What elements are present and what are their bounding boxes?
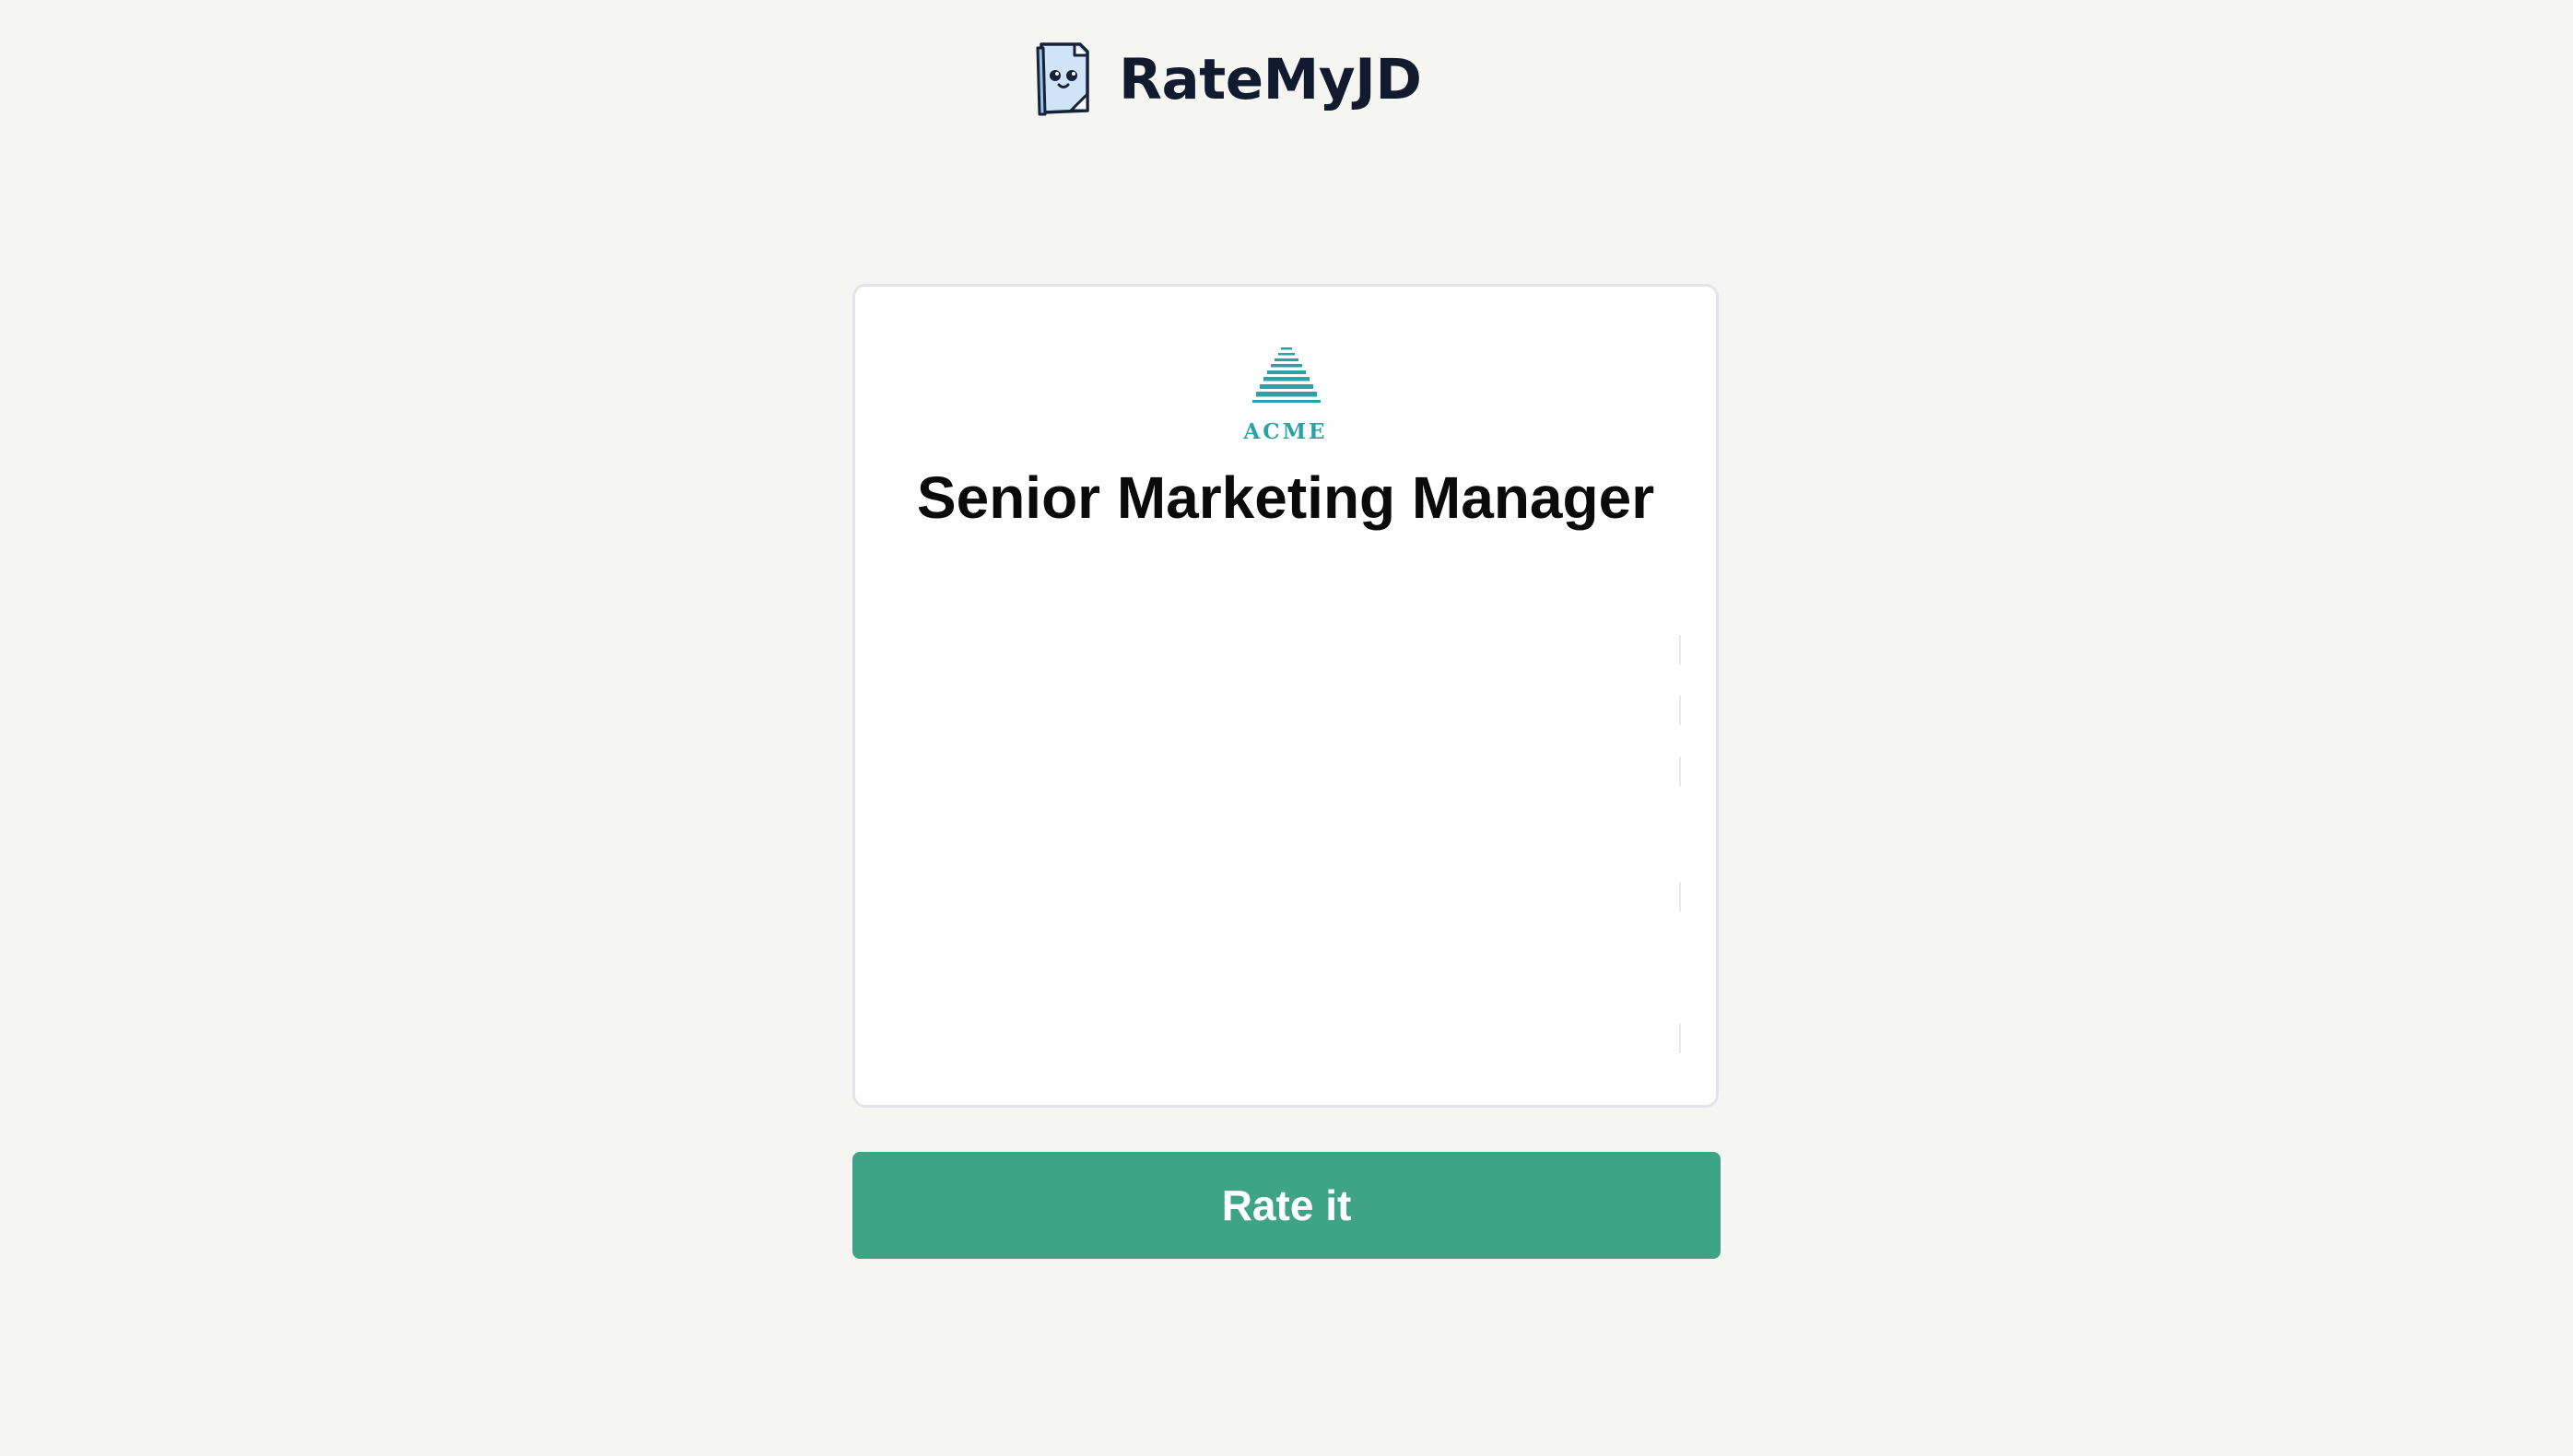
job-title: Senior Marketing Manager [916, 464, 1655, 531]
content-divider [1679, 696, 1681, 725]
app-header: RateMyJD [1034, 41, 1422, 118]
content-divider [1679, 635, 1681, 664]
document-mascot-icon [1036, 42, 1089, 116]
acme-pyramid-logo [1252, 347, 1321, 403]
content-divider [1679, 1024, 1681, 1053]
company-logo: ACME [1237, 336, 1334, 447]
rate-it-button[interactable]: Rate it [852, 1152, 1721, 1259]
job-card: ACME Senior Marketing Manager [852, 284, 1719, 1108]
content-divider [1679, 882, 1681, 911]
content-divider [1679, 757, 1681, 786]
app-name: RateMyJD [1119, 46, 1422, 112]
company-name: ACME [1243, 419, 1328, 444]
